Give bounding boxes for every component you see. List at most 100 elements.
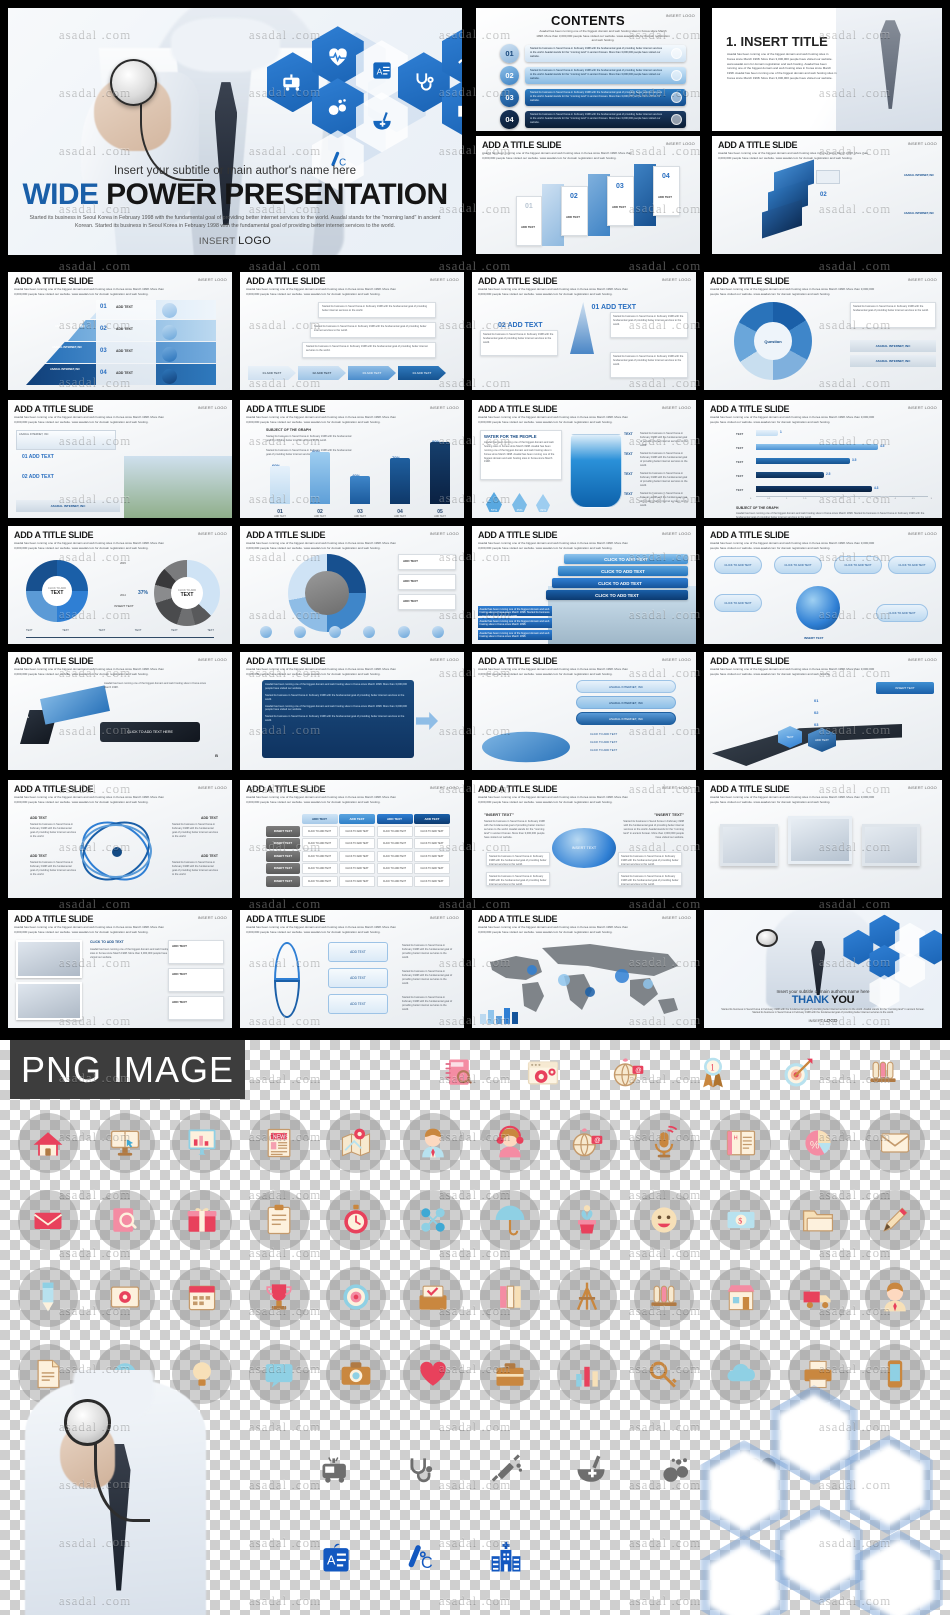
contents-item[interactable]: 03 Started its business in Seoul Korea i… bbox=[500, 88, 686, 107]
globe-node[interactable]: CLICK TO ADD TEXT bbox=[714, 556, 762, 574]
slide-road[interactable]: ADD A TITLE SLIDE Asadal has been runnin… bbox=[704, 652, 942, 770]
globe-node[interactable]: CLICK TO ADD TEXT bbox=[834, 556, 882, 574]
table-header[interactable]: ADD TEXT bbox=[301, 814, 338, 824]
table-cell[interactable]: CLICK TO ADD TEXT bbox=[339, 850, 375, 862]
insert-text-center[interactable]: INSERT TEXT bbox=[552, 828, 616, 868]
table-row[interactable]: INSERT TEXT CLICK TO ADD TEXT CLICK TO A… bbox=[266, 875, 450, 887]
photo-frame[interactable] bbox=[862, 824, 920, 866]
globe-node[interactable]: CLICK TO ADD TEXT bbox=[774, 556, 822, 574]
slide-photo-frames[interactable]: ADD A TITLE SLIDE Asadal has been runnin… bbox=[704, 780, 942, 898]
table-cell[interactable]: CLICK TO ADD TEXT bbox=[301, 825, 338, 837]
cta-bar[interactable]: CLICK TO ADD TEXT bbox=[552, 578, 688, 588]
cube-label[interactable] bbox=[816, 170, 840, 184]
slide-cityscape[interactable]: ADD A TITLE SLIDE Asadal has been runnin… bbox=[8, 400, 232, 518]
cta-bar[interactable]: CLICK TO ADD TEXT bbox=[558, 566, 688, 576]
table-header[interactable]: ADD TEXT bbox=[376, 814, 413, 824]
slide-pyramid[interactable]: ADD A TITLE SLIDE Asadal has been runnin… bbox=[8, 272, 232, 390]
table-cell[interactable]: CLICK TO ADD TEXT bbox=[376, 825, 413, 837]
slide-atom[interactable]: ADD A TITLE SLIDE Asadal has been runnin… bbox=[8, 780, 232, 898]
insert-text-note[interactable]: Started its business in Seoul Korea in F… bbox=[618, 872, 682, 886]
insert-text-note[interactable]: Started its business in Seoul Korea in F… bbox=[486, 872, 550, 886]
slide-cube[interactable]: ADD A TITLE SLIDE Asadal has been runnin… bbox=[712, 136, 942, 254]
slide-world-map[interactable]: ADD A TITLE SLIDE Asadal has been runnin… bbox=[472, 910, 696, 1028]
table-cell[interactable]: CLICK TO ADD TEXT bbox=[301, 850, 338, 862]
city-note[interactable]: Asadal has been running one of the bigge… bbox=[478, 618, 552, 628]
table-header[interactable]: ADD TEXT bbox=[339, 814, 375, 824]
photo-side-note[interactable]: ADD TEXT bbox=[168, 940, 224, 964]
table-row[interactable]: INSERT TEXT CLICK TO ADD TEXT CLICK TO A… bbox=[266, 838, 450, 849]
boat-note[interactable]: Started its business in Seoul Korea in F… bbox=[610, 352, 688, 378]
bubble-item[interactable]: ASADAL INTERNET, INC bbox=[576, 712, 676, 725]
table-row[interactable]: INSERT TEXT CLICK TO ADD TEXT CLICK TO A… bbox=[266, 850, 450, 862]
city-company[interactable]: ASADAL INTERNET, INC bbox=[16, 500, 120, 512]
ribbon-cta[interactable]: CLICK TO ADD TEXT HERE bbox=[100, 722, 200, 742]
contents-item[interactable]: 04 Started its business in Seoul Korea i… bbox=[500, 110, 686, 129]
slide-bar-chart[interactable]: ADD A TITLE SLIDE Asadal has been runnin… bbox=[240, 400, 464, 518]
photo-frame[interactable] bbox=[720, 824, 778, 866]
circle-note-company[interactable]: ASADAL INTERNET, INC bbox=[850, 355, 936, 367]
contents-item-text[interactable]: Started its business in Seoul Korea in F… bbox=[525, 89, 686, 106]
insert-text-note[interactable]: Started its business in Seoul Korea in F… bbox=[486, 852, 550, 866]
step-card[interactable]: 03 ADD TEXT bbox=[607, 176, 634, 226]
slide-thank-you[interactable]: Insert your subtitle or main author's na… bbox=[704, 910, 942, 1028]
bubble-item[interactable]: ASADAL INTERNET, INC bbox=[576, 680, 676, 693]
photo-frame[interactable] bbox=[788, 816, 852, 864]
photo-thumb[interactable] bbox=[16, 982, 82, 1020]
slide-circle-question[interactable]: ADD A TITLE SLIDE Asadal has been runnin… bbox=[704, 272, 942, 390]
cta-bar[interactable]: CLICK TO ADD TEXT bbox=[564, 554, 688, 564]
table-cell[interactable]: CLICK TO ADD TEXT bbox=[301, 838, 338, 849]
slide-boat[interactable]: ADD A TITLE SLIDE Asadal has been runnin… bbox=[472, 272, 696, 390]
bubble-item[interactable]: ASADAL INTERNET, INC bbox=[576, 696, 676, 709]
thankyou-logo[interactable]: INSERT LOGO bbox=[704, 1018, 942, 1023]
cta-bar[interactable]: CLICK TO ADD TEXT bbox=[546, 590, 688, 600]
photo-thumb[interactable] bbox=[16, 940, 82, 978]
table-cell[interactable]: CLICK TO ADD TEXT bbox=[376, 863, 413, 874]
arrow-note[interactable]: Started its business in Seoul Korea in F… bbox=[302, 342, 436, 358]
photo-side-note[interactable]: ADD TEXT bbox=[168, 996, 224, 1020]
contents-item-text[interactable]: Started its business in Seoul Korea in F… bbox=[525, 67, 686, 84]
boat-note[interactable]: Started its business in Seoul Korea in F… bbox=[610, 312, 688, 338]
arrow-note[interactable]: Started its business in Seoul Korea in F… bbox=[310, 322, 436, 338]
table-header[interactable]: ADD TEXT bbox=[414, 814, 450, 824]
slide-city-bars[interactable]: ADD A TITLE SLIDE Asadal has been runnin… bbox=[472, 526, 696, 644]
step-card[interactable]: 04 ADD TEXT bbox=[653, 166, 680, 216]
slide-blue-list[interactable]: ADD A TITLE SLIDE Asadal has been runnin… bbox=[240, 652, 464, 770]
insert-text-note[interactable]: Started its business in Seoul Korea in F… bbox=[618, 852, 682, 866]
slide-hbar-chart[interactable]: ADD A TITLE SLIDE Asadal has been runnin… bbox=[704, 400, 942, 518]
table-cell[interactable]: CLICK TO ADD TEXT bbox=[339, 875, 375, 887]
data-table[interactable]: ADD TEXT ADD TEXT ADD TEXT ADD TEXT INSE… bbox=[266, 814, 450, 888]
gear-note[interactable]: ADD TEXT bbox=[398, 554, 456, 570]
insert-text-button[interactable]: INSERT TEXT bbox=[876, 682, 934, 694]
globe-node[interactable]: CLICK TO ADD TEXT bbox=[888, 556, 936, 574]
insert-note[interactable]: ASADAL INTERNET, INC bbox=[16, 430, 116, 450]
arrow-step[interactable]: 02 ADD TEXT bbox=[298, 366, 346, 380]
contents-item-text[interactable]: Started its business in Seoul Korea in F… bbox=[525, 45, 686, 62]
slide-office-photos[interactable]: ADD A TITLE SLIDE Asadal has been runnin… bbox=[8, 910, 232, 1028]
slide-bubbles[interactable]: ADD A TITLE SLIDE Asadal has been runnin… bbox=[472, 652, 696, 770]
dna-label[interactable]: ADD TEXT bbox=[328, 968, 388, 988]
arrow-step[interactable]: 01 ADD TEXT bbox=[248, 366, 296, 380]
circle-note-company[interactable]: ASADAL INTERNET, INC bbox=[850, 340, 936, 352]
city-note[interactable]: Asadal has been running one of the bigge… bbox=[478, 606, 552, 618]
globe-node[interactable]: CLICK TO ADD TEXT bbox=[876, 604, 928, 622]
contents-item-text[interactable]: Started its business in Seoul Korea in F… bbox=[525, 111, 686, 128]
table-cell[interactable]: CLICK TO ADD TEXT bbox=[376, 838, 413, 849]
table-cell[interactable]: CLICK TO ADD TEXT bbox=[414, 850, 450, 862]
slide-table[interactable]: ADD A TITLE SLIDE Asadal has been runnin… bbox=[240, 780, 464, 898]
photo-side-note[interactable]: ADD TEXT bbox=[168, 968, 224, 992]
contents-item[interactable]: 01 Started its business in Seoul Korea i… bbox=[500, 44, 686, 63]
table-cell[interactable]: CLICK TO ADD TEXT bbox=[414, 838, 450, 849]
step-card[interactable]: 02 ADD TEXT bbox=[561, 186, 588, 236]
slide-insert-text[interactable]: ADD A TITLE SLIDE Asadal has been runnin… bbox=[472, 780, 696, 898]
table-cell[interactable]: CLICK TO ADD TEXT bbox=[339, 863, 375, 874]
dna-label[interactable]: ADD TEXT bbox=[328, 942, 388, 962]
slide-insert-title[interactable]: INSERT LOGO 1. INSERT TITLE Asadal has b… bbox=[712, 8, 942, 131]
table-cell[interactable]: CLICK TO ADD TEXT bbox=[414, 875, 450, 887]
slide-water[interactable]: ADD A TITLE SLIDE Asadal has been runnin… bbox=[472, 400, 696, 518]
hero-logo[interactable]: INSERT LOGO bbox=[8, 235, 462, 247]
slide-steps[interactable]: ADD A TITLE SLIDE Asadal has been runnin… bbox=[476, 136, 700, 254]
slide-gear-donut[interactable]: ADD A TITLE SLIDE Asadal has been runnin… bbox=[240, 526, 464, 644]
dna-label[interactable]: ADD TEXT bbox=[328, 994, 388, 1014]
globe-node[interactable]: CLICK TO ADD TEXT bbox=[714, 594, 762, 612]
table-cell[interactable]: CLICK TO ADD TEXT bbox=[414, 825, 450, 837]
